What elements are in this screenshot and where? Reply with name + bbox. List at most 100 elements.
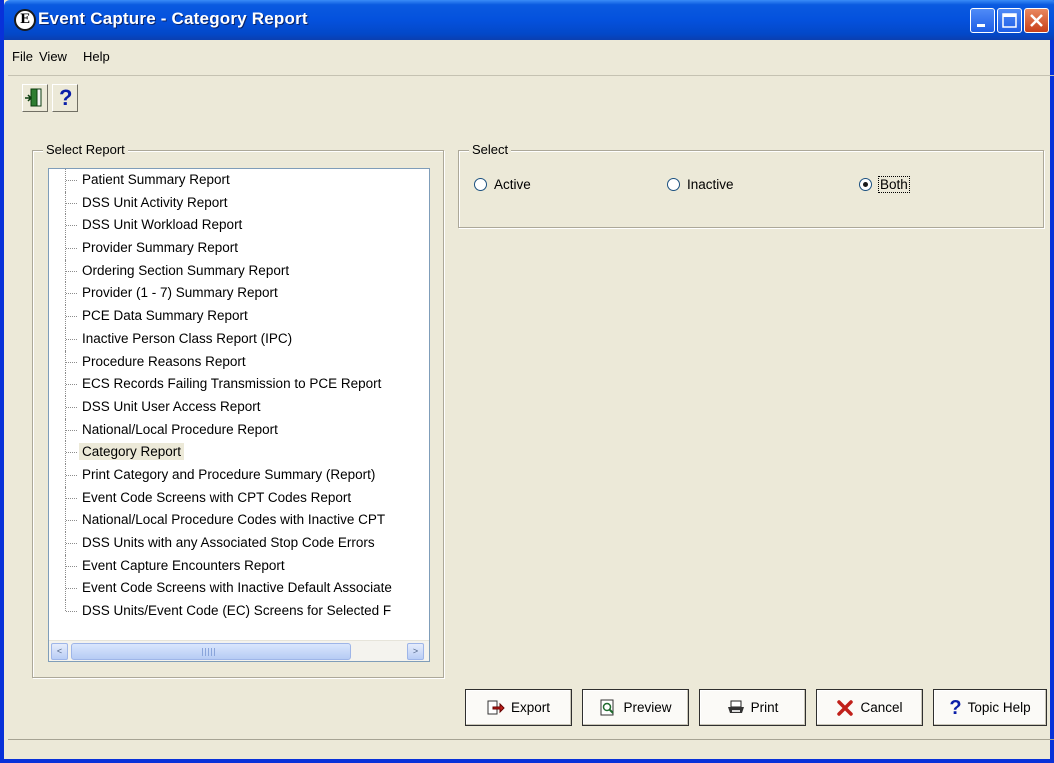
preview-button[interactable]: Preview: [582, 689, 689, 726]
tree-connector: [66, 225, 77, 227]
report-tree-item[interactable]: Print Category and Procedure Summary (Re…: [49, 463, 429, 487]
topic-help-label: Topic Help: [967, 700, 1031, 715]
radio-circle-icon: [474, 178, 487, 191]
maximize-button[interactable]: [997, 8, 1022, 33]
export-label: Export: [510, 700, 551, 715]
preview-icon: [600, 699, 615, 715]
report-tree-item[interactable]: Ordering Section Summary Report: [49, 259, 429, 283]
cancel-button[interactable]: Cancel: [816, 689, 923, 726]
tree-connector: [66, 180, 77, 181]
report-tree-item[interactable]: Inactive Person Class Report (IPC): [49, 327, 429, 351]
select-status-legend: Select: [469, 142, 512, 157]
scroll-right-button[interactable]: >: [407, 643, 424, 660]
report-tree-item[interactable]: Provider (1 - 7) Summary Report: [49, 282, 429, 306]
report-tree-item[interactable]: DSS Unit Activity Report: [49, 191, 429, 215]
print-button[interactable]: Print: [699, 689, 806, 726]
tree-connector: [66, 338, 77, 340]
tree-connector: [66, 384, 77, 386]
report-tree-item-label: DSS Unit Activity Report: [82, 194, 228, 210]
report-tree-item[interactable]: PCE Data Summary Report: [49, 305, 429, 328]
report-tree-item[interactable]: DSS Unit Workload Report: [49, 214, 429, 238]
report-tree-item[interactable]: DSS Units/Event Code (EC) Screens for Se…: [49, 600, 429, 623]
report-tree-item[interactable]: National/Local Procedure Report: [49, 418, 429, 442]
tree-connector: [66, 361, 77, 363]
exit-button[interactable]: [22, 84, 48, 112]
window-title: Event Capture - Category Report: [38, 9, 308, 28]
report-tree[interactable]: Patient Summary Report DSS Unit Activity …: [48, 168, 430, 662]
status-bar: [8, 739, 1054, 759]
export-icon: [487, 700, 505, 714]
report-tree-item-label: National/Local Procedure Report: [82, 421, 278, 437]
maximize-icon: [1002, 13, 1017, 28]
tree-connector: [66, 474, 77, 476]
tree-connector: [66, 316, 77, 318]
report-tree-item-label: Event Code Screens with Inactive Default…: [82, 580, 392, 596]
menu-bar: File View Help: [8, 40, 1054, 76]
select-status-panel: Select: [458, 142, 1044, 228]
report-tree-item[interactable]: Provider Summary Report: [49, 237, 429, 260]
report-tree-item-label: DSS Unit User Access Report: [82, 398, 261, 414]
report-tree-item[interactable]: Event Code Screens with Inactive Default…: [49, 577, 429, 601]
scroll-left-button[interactable]: <: [51, 643, 68, 660]
tree-connector: [66, 452, 77, 454]
tree-connector: [66, 543, 77, 544]
title-bar[interactable]: E Event Capture - Category Report: [4, 0, 1054, 40]
radio-inactive[interactable]: Inactive: [667, 177, 734, 192]
report-tree-item-label: DSS Unit Workload Report: [82, 217, 243, 233]
report-tree-item-label: Provider Summary Report: [82, 240, 239, 256]
report-tree-item[interactable]: Event Capture Encounters Report: [49, 554, 429, 578]
tree-connector: [65, 600, 78, 612]
chevron-right-icon: >: [412, 646, 419, 656]
tree-connector: [66, 293, 77, 295]
minimize-button[interactable]: [970, 8, 995, 33]
question-mark-icon: ?: [59, 85, 73, 110]
radio-both[interactable]: Both: [859, 176, 910, 193]
tree-connector: [66, 497, 77, 499]
export-button[interactable]: Export: [465, 689, 572, 726]
report-tree-item-label: Event Capture Encounters Report: [82, 557, 285, 573]
grip-icon: [202, 648, 216, 656]
radio-both-label: Both: [878, 176, 910, 193]
report-tree-item[interactable]: National/Local Procedure Codes with Inac…: [49, 509, 429, 532]
scroll-thumb[interactable]: [71, 643, 351, 660]
report-tree-item[interactable]: DSS Unit User Access Report: [49, 395, 429, 419]
radio-active-label: Active: [494, 177, 531, 192]
report-tree-item[interactable]: Patient Summary Report: [49, 169, 429, 192]
topic-help-button[interactable]: ? Topic Help: [933, 689, 1047, 726]
report-tree-item-label: Procedure Reasons Report: [82, 353, 246, 369]
report-tree-item-label: ECS Records Failing Transmission to PCE …: [82, 376, 382, 392]
report-tree-item[interactable]: Category Report: [49, 441, 429, 464]
menu-file[interactable]: File: [12, 49, 33, 64]
report-tree-item-label: Print Category and Procedure Summary (Re…: [82, 466, 376, 482]
close-icon: [1030, 14, 1043, 27]
report-tree-item-label: Ordering Section Summary Report: [82, 262, 290, 278]
report-tree-item-label: Provider (1 - 7) Summary Report: [82, 285, 278, 301]
report-tree-item-label: Inactive Person Class Report (IPC): [82, 330, 293, 346]
report-tree-item[interactable]: Event Code Screens with CPT Codes Report: [49, 486, 429, 510]
menu-view[interactable]: View: [39, 49, 67, 64]
tree-connector: [66, 588, 77, 590]
tree-connector: [66, 429, 77, 431]
report-tree-item-label: DSS Units with any Associated Stop Code …: [82, 535, 375, 550]
app-window: E Event Capture - Category Report File V…: [0, 0, 1054, 763]
report-tree-item-label: Patient Summary Report: [82, 172, 230, 187]
tree-connector: [66, 520, 77, 522]
radio-inactive-label: Inactive: [687, 177, 734, 192]
menu-help[interactable]: Help: [83, 49, 110, 64]
help-toolbar-button[interactable]: ?: [52, 84, 78, 112]
report-tree-item[interactable]: ECS Records Failing Transmission to PCE …: [49, 373, 429, 396]
report-tree-item[interactable]: DSS Units with any Associated Stop Code …: [49, 532, 429, 555]
report-tree-item-label: National/Local Procedure Codes with Inac…: [82, 512, 386, 528]
tree-connector: [66, 248, 77, 250]
question-mark-icon: ?: [949, 696, 962, 719]
report-list: Patient Summary Report DSS Unit Activity …: [49, 169, 429, 631]
menu-help-label: Help: [83, 49, 110, 64]
menu-view-label: View: [39, 49, 67, 64]
close-window-button[interactable]: [1024, 8, 1049, 33]
horizontal-scrollbar[interactable]: < >: [49, 640, 429, 661]
radio-checked-icon: [859, 178, 872, 191]
print-label: Print: [750, 700, 779, 715]
radio-active[interactable]: Active: [474, 177, 531, 192]
report-tree-item[interactable]: Procedure Reasons Report: [49, 350, 429, 374]
printer-icon: [727, 700, 744, 713]
